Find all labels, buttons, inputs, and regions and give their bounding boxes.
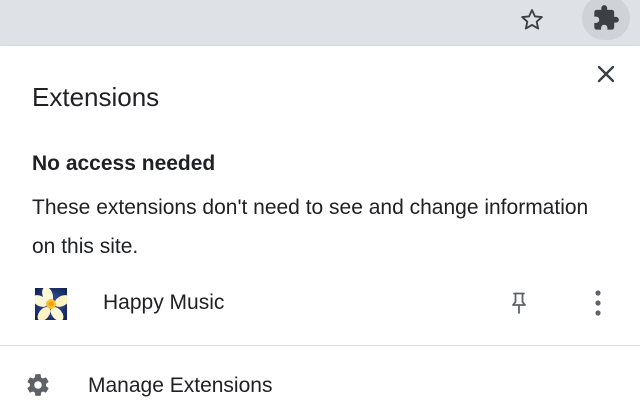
extension-name: Happy Music [103, 291, 225, 314]
close-icon[interactable] [592, 60, 620, 88]
section-description: These extensions don't need to see and c… [32, 196, 589, 258]
bookmark-star-icon[interactable] [515, 3, 549, 37]
section-heading: No access needed [32, 152, 216, 175]
extensions-puzzle-icon[interactable] [582, 0, 630, 40]
extension-row-happy-music[interactable]: Happy Music [0, 278, 640, 330]
extensions-popup: Extensions No access needed These extens… [0, 46, 640, 400]
pin-icon[interactable] [503, 286, 535, 320]
manage-extensions-label: Manage Extensions [88, 374, 273, 397]
more-vertical-icon[interactable] [582, 286, 614, 320]
divider [0, 345, 640, 346]
popup-title: Extensions [32, 82, 160, 112]
manage-extensions-button[interactable]: Manage Extensions [0, 358, 640, 400]
gear-icon [27, 374, 49, 396]
happy-music-flower-icon [35, 288, 67, 320]
browser-toolbar [0, 0, 640, 47]
